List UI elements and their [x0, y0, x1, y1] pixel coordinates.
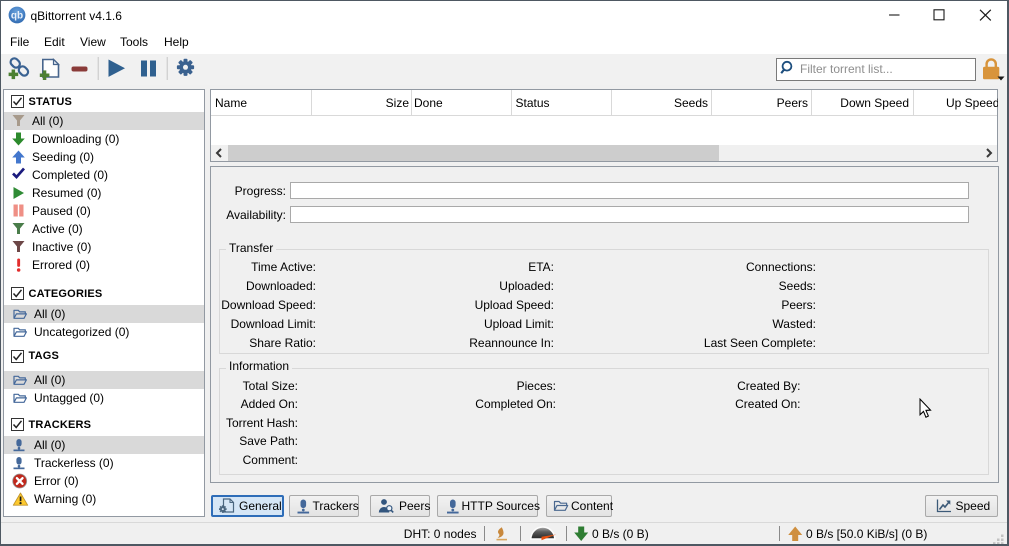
svg-text:qb: qb: [11, 11, 23, 22]
